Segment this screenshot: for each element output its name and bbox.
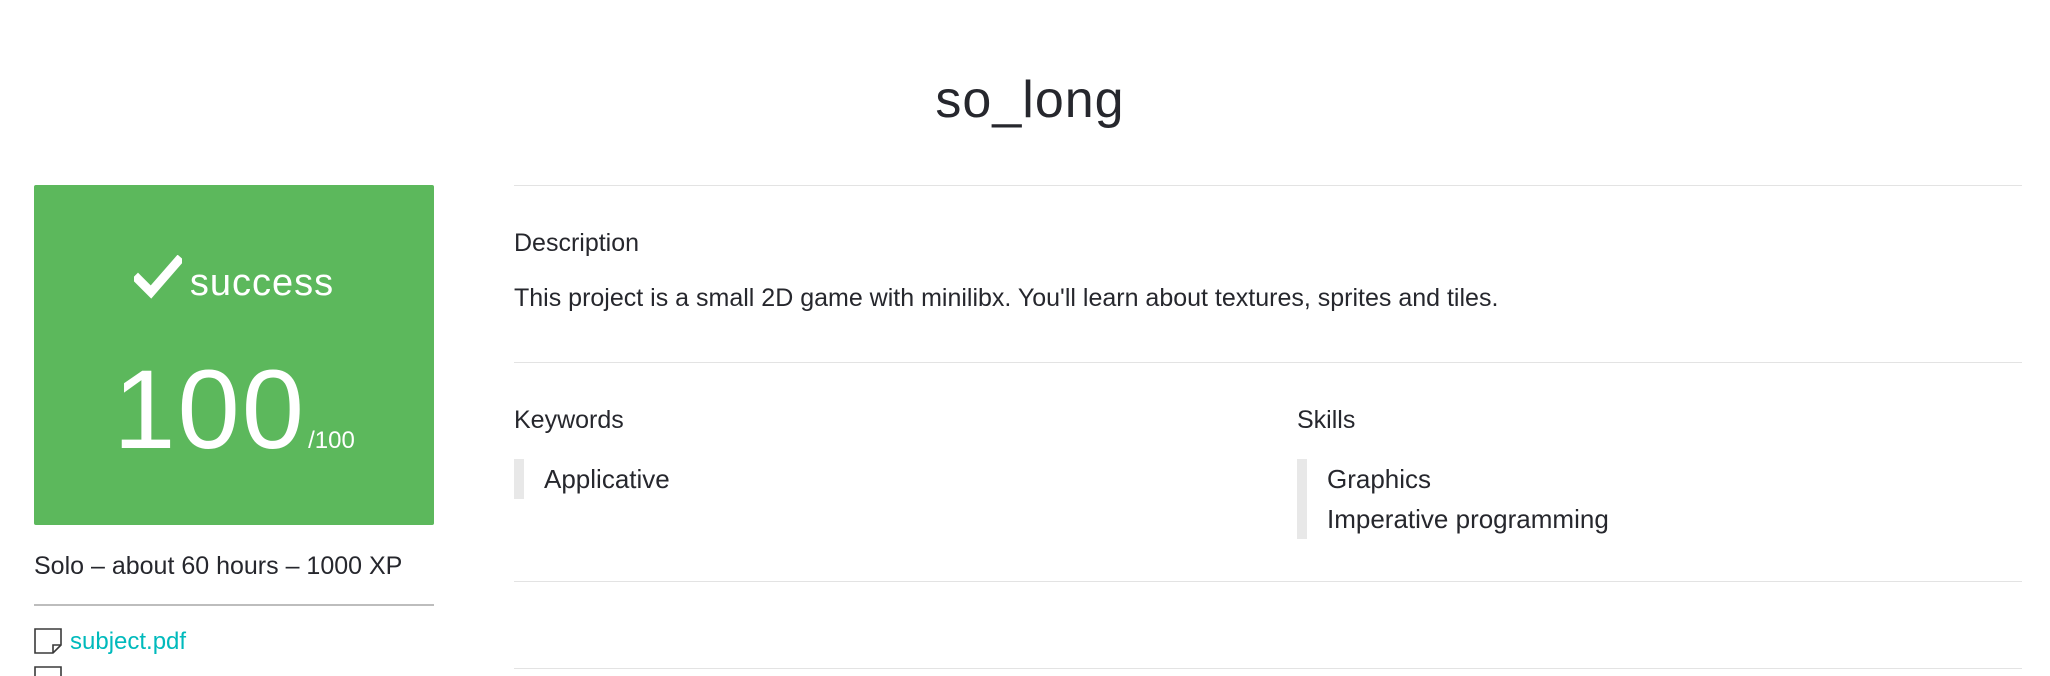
attachment-subject-pdf[interactable]: subject.pdf (34, 628, 186, 656)
grade-value: 100 (113, 347, 307, 472)
description-heading: Description (514, 229, 640, 257)
grade-max: /100 (308, 427, 355, 454)
grade: 100/100 (34, 345, 434, 474)
description-text: This project is a small 2D game with min… (514, 284, 1499, 312)
divider (514, 668, 2022, 669)
status-line: success (34, 255, 434, 305)
keywords-list: Applicative (514, 459, 670, 499)
check-icon (133, 255, 182, 299)
skill-item: Graphics (1327, 464, 1432, 494)
status-card: success 100/100 (34, 185, 434, 525)
skills-heading: Skills (1297, 406, 1356, 434)
divider (514, 581, 2022, 582)
skill-item: Imperative programming (1327, 504, 1609, 534)
page-title: so_long (935, 71, 1125, 129)
file-icon (34, 628, 62, 654)
status-label: success (189, 262, 335, 304)
attachment-label: subject.pdf (70, 628, 187, 655)
attachment-partial[interactable] (34, 666, 70, 676)
skills-list: Graphics Imperative programming (1297, 459, 1609, 539)
divider (514, 362, 2022, 363)
project-page: so_long success 100/100 Solo – about 60 … (0, 0, 2050, 676)
keywords-heading: Keywords (514, 406, 624, 434)
keyword-item: Applicative (544, 464, 670, 494)
project-meta: Solo – about 60 hours – 1000 XP (34, 552, 403, 580)
file-icon (34, 666, 62, 676)
divider (514, 185, 2022, 186)
divider (34, 604, 434, 606)
